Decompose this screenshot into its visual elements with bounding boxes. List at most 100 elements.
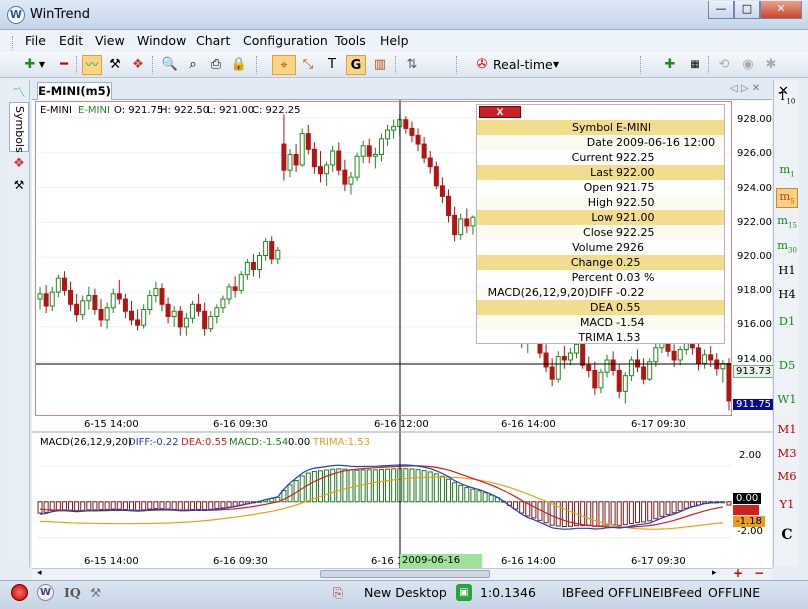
left-panel (8, 80, 30, 567)
data-row: Change 0.25 (477, 255, 724, 270)
menu-edit[interactable]: Edit (59, 33, 83, 48)
timeframe-m5[interactable]: m5 (776, 188, 798, 208)
timeframe-c[interactable]: C (776, 527, 798, 547)
cubes-icon[interactable]: ❖ (128, 55, 148, 75)
zoom-icon[interactable]: 🔍 (160, 55, 180, 75)
wintrend-status-icon[interactable]: W (37, 584, 54, 601)
macd-bar (98, 501, 104, 511)
timeframe-m6[interactable]: M6 (776, 469, 798, 489)
timeframe-m30[interactable]: m30 (776, 238, 798, 258)
menu-window[interactable]: Window (137, 33, 186, 48)
toolbar-separator (256, 56, 259, 74)
timeframe-m15[interactable]: m15 (776, 213, 798, 233)
remove-icon[interactable]: ━ (54, 55, 74, 75)
timeframe-t10[interactable]: T10 (776, 89, 798, 109)
disabled-tool-icon[interactable]: ✱ (761, 55, 781, 75)
search-icon[interactable]: ⌕ (183, 55, 203, 75)
scroll-left-icon[interactable]: ◂ (37, 568, 42, 578)
calendar-icon[interactable]: ▦ (685, 55, 705, 75)
data-row-label: Symbol (572, 121, 613, 134)
data-row: Symbol E-MINI (477, 120, 724, 135)
timeframe-m1[interactable]: M1 (776, 422, 798, 442)
price-axis-label: 920.00 (737, 251, 772, 262)
desktop-icon[interactable]: ⎘ (333, 585, 343, 601)
macd-bar (458, 484, 464, 503)
macd-name: MACD(26,12,9,20) (40, 437, 132, 448)
timeframe-m1[interactable]: m1 (776, 162, 798, 182)
macd-bar (641, 501, 647, 523)
data-row: Volume 2926 (477, 240, 724, 255)
window-title: WinTrend (30, 7, 90, 22)
crosshair-icon[interactable]: ⌖ (272, 55, 296, 75)
toolbar-separator (76, 56, 79, 74)
timeframe-m3[interactable]: M3 (776, 446, 798, 466)
macd-bar (549, 501, 555, 526)
close-window-button[interactable]: ✕ (760, 1, 802, 19)
record-status-icon[interactable] (11, 584, 28, 601)
tab-e-mini-m5[interactable]: E-MINI(m5) (37, 82, 112, 100)
data-row-label: Percent (571, 271, 613, 284)
menu-help[interactable]: Help (380, 33, 409, 48)
arrange-icon[interactable]: ⇅ (402, 55, 422, 75)
macd-bar (287, 484, 293, 503)
refresh-icon[interactable]: ⟲ (714, 55, 734, 75)
tab-navigation[interactable]: ◁ ▷ ✕ (730, 83, 760, 94)
macd-bar (519, 501, 525, 514)
line-chart-icon[interactable]: 〰 (82, 55, 102, 75)
timeframe-d5[interactable]: D5 (776, 358, 798, 378)
macd-bar (189, 501, 195, 511)
record-icon[interactable]: ◉ (738, 55, 758, 75)
iq-label[interactable]: IQ (64, 585, 81, 600)
maximize-button[interactable]: □ (734, 1, 760, 19)
minimize-button[interactable]: — (708, 1, 734, 19)
toolbar-separator (395, 56, 398, 74)
data-row-label: TRIMA (578, 331, 613, 344)
add-chart-icon[interactable]: ✚ (660, 55, 680, 75)
timeframe-h4[interactable]: H4 (776, 287, 798, 307)
timeframe-w1[interactable]: W1 (776, 392, 798, 412)
data-window-close-button[interactable]: X (479, 106, 521, 118)
bar-chart-icon[interactable]: ▥ (370, 55, 390, 75)
chevron-down-icon[interactable]: ▼ (553, 60, 559, 69)
data-row-value: 921.75 (616, 181, 655, 194)
timeframe-y1[interactable]: Y1 (776, 497, 798, 517)
macd-bar (421, 470, 427, 503)
hammer-icon[interactable]: ⚒ (10, 178, 28, 196)
menu-chart[interactable]: Chart (196, 33, 230, 48)
time-axis-label: 6-16 14:00 (501, 419, 556, 430)
data-row-label: Last (590, 166, 613, 179)
menu-configuration[interactable]: Configuration (243, 33, 328, 48)
price-axis-label: 914.00 (737, 354, 772, 365)
macd-bar (531, 501, 537, 519)
lock-icon[interactable]: 🔒 (229, 55, 249, 75)
realtime-icon[interactable]: ✇ (472, 55, 492, 75)
add-dropdown-icon[interactable]: ▼ (37, 55, 47, 75)
gann-icon[interactable]: G (346, 55, 366, 75)
tools-icon[interactable]: ⚒ (105, 55, 125, 75)
menu-tools[interactable]: Tools (335, 33, 366, 48)
text-icon[interactable]: T (322, 55, 342, 75)
price-axis-label: 924.00 (737, 183, 772, 194)
settings-status-icon[interactable]: ⚒ (90, 585, 101, 600)
feed-2: IBFeed (660, 585, 703, 600)
desktop-name[interactable]: New Desktop (364, 585, 447, 600)
macd-bar (677, 501, 683, 512)
ratio-icon: ▣ (456, 584, 472, 601)
macd-bar (305, 472, 311, 503)
macd-bar (165, 501, 171, 510)
scrollbar-thumb[interactable] (320, 570, 490, 578)
menu-file[interactable]: File (25, 33, 46, 48)
menu-view[interactable]: View (95, 33, 125, 48)
realtime-selector[interactable]: Real-time (493, 57, 553, 72)
print-icon[interactable]: ⎙ (206, 55, 226, 75)
timeframe-d1[interactable]: D1 (776, 314, 798, 334)
macd-bar (61, 501, 67, 511)
scroll-right-icon[interactable]: ▸ (712, 568, 717, 578)
pointer-icon[interactable]: ⤡ (298, 55, 318, 75)
timeframe-h1[interactable]: H1 (776, 263, 798, 283)
macd-bar (141, 501, 147, 511)
zoom-out-icon[interactable]: − (754, 566, 764, 580)
chart-panel-icon[interactable]: 〽 (10, 82, 28, 101)
objects-icon[interactable]: ❖ (10, 156, 28, 174)
zoom-in-icon[interactable]: + (733, 566, 743, 580)
